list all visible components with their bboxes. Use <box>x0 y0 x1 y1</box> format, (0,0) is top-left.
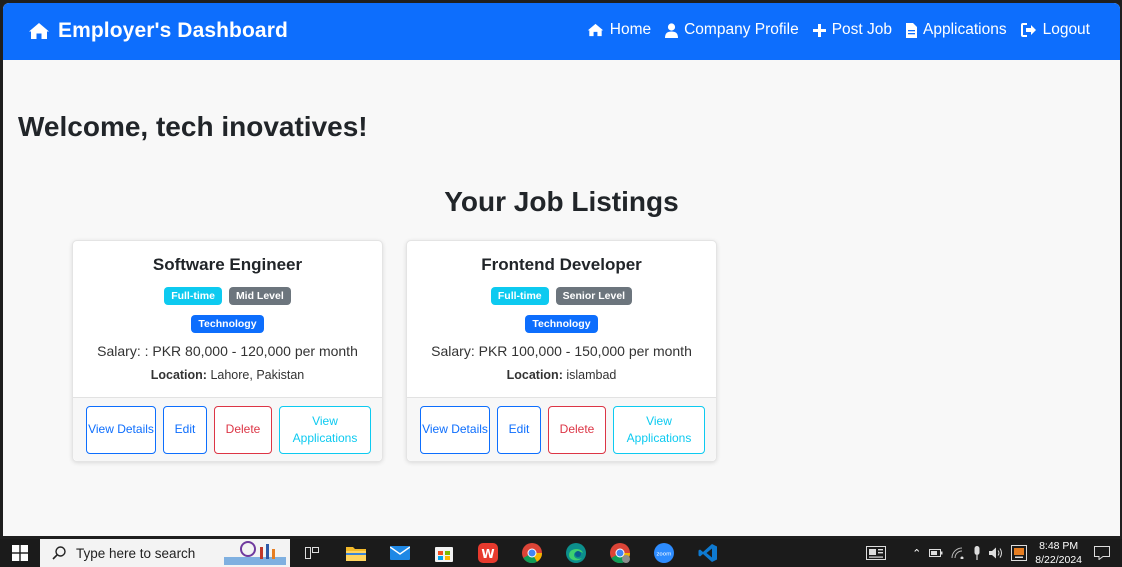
vscode-icon <box>698 544 717 562</box>
chrome-button[interactable] <box>510 539 554 567</box>
job-title: Software Engineer <box>152 255 303 274</box>
location-value: islambad <box>566 368 617 382</box>
zoom-icon: zoom <box>654 543 674 563</box>
file-explorer-button[interactable] <box>334 539 378 567</box>
job-title: Frontend Developer <box>481 255 642 274</box>
nav-applications[interactable]: Applications <box>906 21 1007 39</box>
job-card-body: Software Engineer Full-time Mid Level Te… <box>73 241 382 399</box>
badge-row: Full-time Senior Level <box>407 287 716 305</box>
navbar: Employer's Dashboard Home Company Profil… <box>3 3 1120 60</box>
clock[interactable]: 8:48 PM 8/22/2024 <box>1035 539 1082 567</box>
logout-icon <box>1020 23 1036 37</box>
nav-links: Home Company Profile Post Job Applicatio… <box>587 21 1090 39</box>
location-label: Location: <box>506 368 563 382</box>
edit-button[interactable]: Edit <box>497 405 541 454</box>
taskbar-search[interactable]: Type here to search <box>40 539 290 567</box>
clock-time: 8:48 PM <box>1039 540 1079 552</box>
nav-company-profile-label: Company Profile <box>684 21 799 38</box>
chrome-profile-button[interactable] <box>598 539 642 567</box>
welcome-heading: Welcome, tech inovatives! <box>18 111 368 142</box>
nav-home[interactable]: Home <box>587 21 651 39</box>
badge-row: Technology <box>73 315 382 333</box>
zoom-button[interactable]: zoom <box>642 539 686 567</box>
mail-icon <box>390 546 410 560</box>
system-tray: ⌃ 8:48 PM 8/22/2024 <box>866 539 1122 567</box>
taskbar: Type here to search W zoom ⌃ 8:48 PM 8/2… <box>0 539 1122 567</box>
job-card: Software Engineer Full-time Mid Level Te… <box>72 240 383 462</box>
chevron-up-icon[interactable]: ⌃ <box>912 547 921 560</box>
battery-icon[interactable] <box>929 548 943 558</box>
edge-button[interactable] <box>554 539 598 567</box>
home-icon <box>29 23 49 39</box>
microphone-icon[interactable] <box>973 546 981 560</box>
nav-home-label: Home <box>609 21 652 38</box>
job-location: Location: islambad <box>407 368 716 382</box>
chrome-icon <box>522 543 542 563</box>
wifi-icon[interactable] <box>951 547 965 559</box>
brand-title: Employer's Dashboard <box>58 19 288 42</box>
view-applications-button[interactable]: View Applications <box>279 405 371 454</box>
nav-logout[interactable]: Logout <box>1020 21 1090 39</box>
brand[interactable]: Employer's Dashboard <box>28 19 288 43</box>
plus-icon <box>812 23 826 37</box>
location-label: Location: <box>150 368 207 382</box>
browser-window: Employer's Dashboard Home Company Profil… <box>3 3 1120 536</box>
user-icon <box>665 22 679 38</box>
notification-icon[interactable] <box>1094 546 1110 560</box>
job-location: Location: Lahore, Pakistan <box>73 368 382 382</box>
search-highlight-icon <box>224 541 286 565</box>
job-card: Frontend Developer Full-time Senior Leve… <box>406 240 717 462</box>
delete-button[interactable]: Delete <box>214 405 272 454</box>
svg-text:zoom: zoom <box>657 552 672 558</box>
delete-button[interactable]: Delete <box>548 405 606 454</box>
experience-level-badge: Mid Level <box>228 287 291 305</box>
employment-type-badge: Full-time <box>164 287 222 305</box>
edit-button[interactable]: Edit <box>163 405 207 454</box>
store-icon <box>435 547 453 562</box>
search-icon <box>52 546 66 560</box>
job-card-actions: View Details Edit Delete View Applicatio… <box>73 397 382 461</box>
job-salary: Salary: PKR 100,000 - 150,000 per month <box>431 343 692 359</box>
task-view-icon <box>305 547 319 559</box>
category-badge: Technology <box>525 315 598 333</box>
view-details-button[interactable]: View Details <box>86 405 156 454</box>
employment-type-badge: Full-time <box>490 287 549 305</box>
clock-date: 8/22/2024 <box>1035 554 1082 566</box>
edge-icon <box>566 543 586 563</box>
home-icon <box>587 23 603 37</box>
volume-icon[interactable] <box>989 547 1003 559</box>
job-card-body: Frontend Developer Full-time Senior Leve… <box>407 241 716 399</box>
badge-row: Technology <box>407 315 716 333</box>
job-salary: Salary: : PKR 80,000 - 120,000 per month <box>97 343 358 359</box>
news-icon[interactable] <box>866 546 887 560</box>
nav-applications-label: Applications <box>923 21 1007 38</box>
mail-button[interactable] <box>378 539 422 567</box>
job-card-actions: View Details Edit Delete View Applicatio… <box>407 397 716 461</box>
nav-post-job[interactable]: Post Job <box>812 21 892 39</box>
view-applications-button[interactable]: View Applications <box>613 405 705 454</box>
badge-row: Full-time Mid Level <box>73 287 382 305</box>
nav-logout-label: Logout <box>1042 21 1090 38</box>
language-icon[interactable] <box>1011 545 1028 561</box>
store-button[interactable] <box>422 539 466 567</box>
wps-office-icon: W <box>478 543 498 563</box>
experience-level-badge: Senior Level <box>555 287 633 305</box>
job-listings-title: Your Job Listings <box>444 186 679 217</box>
category-badge: Technology <box>191 315 264 333</box>
location-value: Lahore, Pakistan <box>210 368 305 382</box>
vscode-button[interactable] <box>686 539 730 567</box>
task-view-button[interactable] <box>290 539 334 567</box>
chrome-icon <box>610 543 630 563</box>
view-details-button[interactable]: View Details <box>420 405 490 454</box>
svg-text:W: W <box>481 547 494 561</box>
start-button[interactable] <box>0 539 40 567</box>
wps-button[interactable]: W <box>466 539 510 567</box>
windows-icon <box>12 545 28 561</box>
folder-icon <box>346 547 366 561</box>
nav-post-job-label: Post Job <box>831 21 892 38</box>
nav-company-profile[interactable]: Company Profile <box>665 21 799 39</box>
search-placeholder: Type here to search <box>76 545 196 561</box>
file-icon <box>906 22 917 38</box>
